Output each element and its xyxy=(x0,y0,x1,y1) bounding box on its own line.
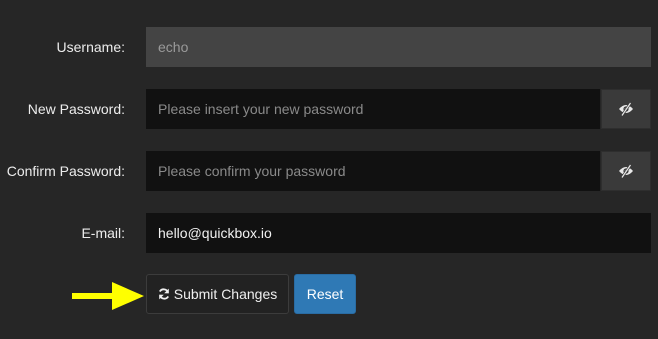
eye-slash-icon xyxy=(619,164,633,178)
username-label: Username: xyxy=(56,39,125,55)
arrow-right-icon xyxy=(72,282,144,310)
username-row: Username: xyxy=(0,27,658,67)
email-row: E-mail: xyxy=(0,213,658,253)
confirm-password-row: Confirm Password: xyxy=(0,151,658,191)
eye-slash-icon xyxy=(619,102,633,116)
username-field[interactable] xyxy=(146,27,651,67)
new-password-field[interactable] xyxy=(146,89,600,129)
submit-changes-label: Submit Changes xyxy=(173,286,278,302)
email-field[interactable] xyxy=(146,213,651,253)
email-label: E-mail: xyxy=(81,225,125,241)
submit-changes-button[interactable]: Submit Changes xyxy=(146,274,289,314)
new-password-row: New Password: xyxy=(0,89,658,129)
toggle-new-password-button[interactable] xyxy=(601,89,651,129)
reset-label: Reset xyxy=(306,286,344,302)
toggle-confirm-password-button[interactable] xyxy=(601,151,651,191)
new-password-label: New Password: xyxy=(27,101,125,117)
refresh-icon xyxy=(158,288,170,300)
confirm-password-field[interactable] xyxy=(146,151,600,191)
confirm-password-label: Confirm Password: xyxy=(6,163,125,179)
reset-button[interactable]: Reset xyxy=(294,274,356,314)
